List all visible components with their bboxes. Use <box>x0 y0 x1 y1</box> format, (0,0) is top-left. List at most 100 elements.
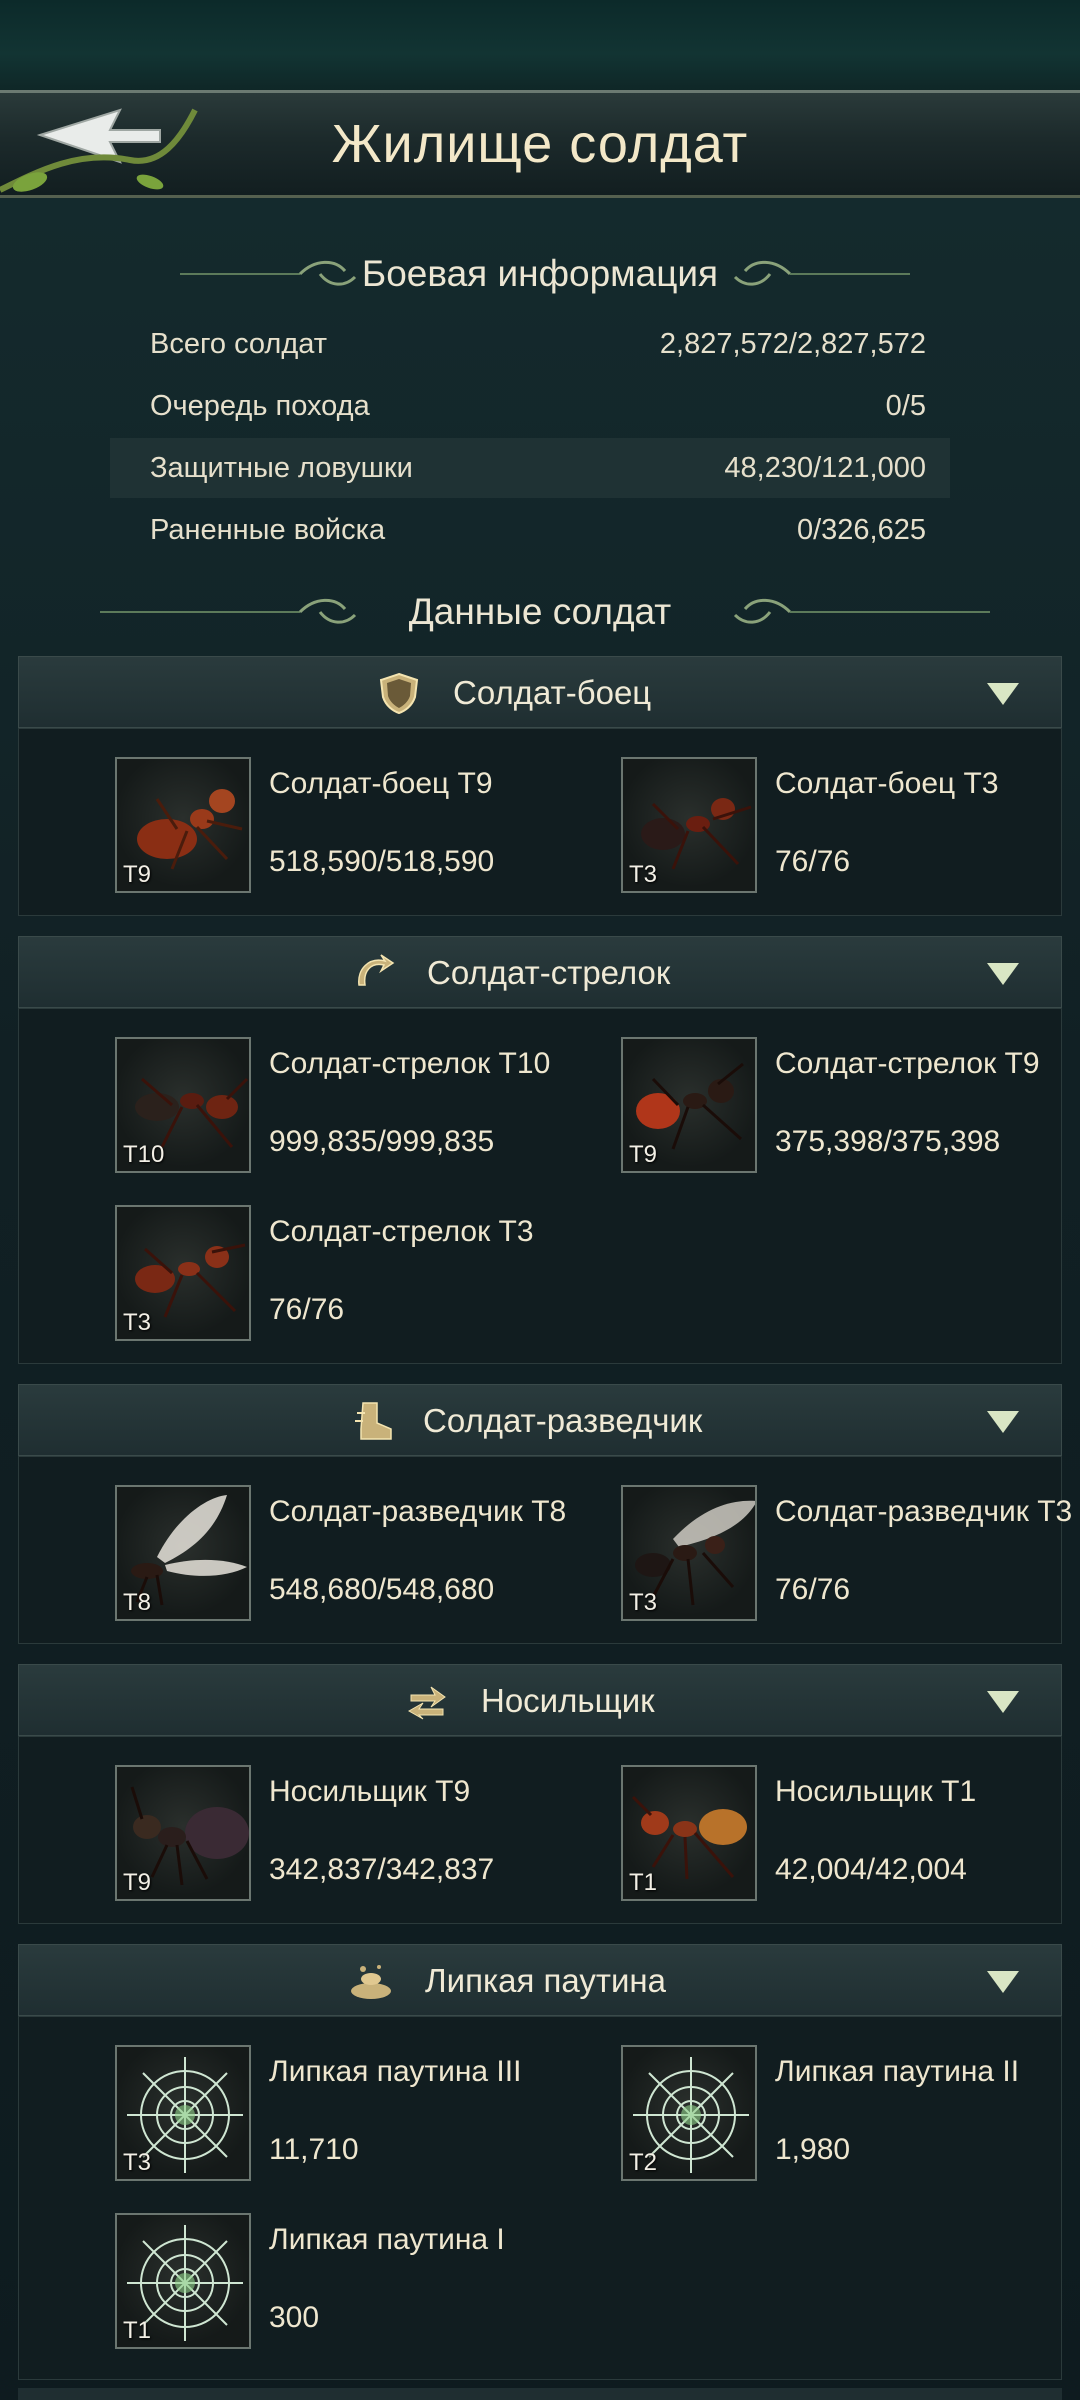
soldier-data-heading-text: Данные солдат <box>408 591 672 632</box>
unit-thumbnail: T9 <box>621 1037 757 1173</box>
tier-badge: T10 <box>123 1141 165 1168</box>
tier-badge: T8 <box>123 1589 152 1616</box>
unit-name: Носильщик T1 <box>775 1775 977 1808</box>
info-row-march-queue: Очередь похода 0/5 <box>110 376 950 436</box>
chevron-down-icon[interactable] <box>987 1691 1019 1713</box>
unit-count: 375,398/375,398 <box>775 1125 1001 1158</box>
category-header-sticky-web[interactable]: Липкая паутина <box>18 1944 1062 2016</box>
category-title: Солдат-боец <box>453 674 652 711</box>
web-trap-icon <box>351 1965 391 1999</box>
swap-arrows-icon <box>407 1686 446 1720</box>
unit-name: Солдат-боец T9 <box>269 767 493 800</box>
battle-info-heading: Боевая информация <box>0 242 1080 306</box>
unit-thumbnail: T8 <box>115 1485 251 1621</box>
unit-name: Носильщик T9 <box>269 1775 471 1808</box>
ornament-left-icon <box>180 260 357 286</box>
unit-card[interactable]: T3 Солдат-стрелок T3 76/76 <box>115 1205 615 1345</box>
top-decoration <box>0 0 1080 90</box>
info-label: Защитные ловушки <box>150 452 413 484</box>
category-header-scout[interactable]: Солдат-разведчик <box>18 1384 1062 1456</box>
unit-name: Липкая паутина III <box>269 2055 522 2088</box>
shield-icon <box>379 672 419 715</box>
tier-badge: T9 <box>123 861 152 888</box>
unit-card[interactable]: T8 Солдат-разведчик T8 548,680/548,680 <box>115 1485 615 1625</box>
chevron-down-icon[interactable] <box>987 1411 1019 1433</box>
info-row-total-soldiers: Всего солдат 2,827,572/2,827,572 <box>110 314 950 374</box>
info-label: Всего солдат <box>150 328 328 360</box>
unit-card[interactable]: T3 Солдат-боец T3 76/76 <box>621 757 1080 897</box>
tier-badge: T3 <box>123 1309 152 1336</box>
unit-card[interactable]: T1 Носильщик T1 42,004/42,004 <box>621 1765 1080 1905</box>
unit-count: 11,710 <box>269 2133 359 2166</box>
category-title: Солдат-разведчик <box>423 1402 703 1439</box>
unit-name: Солдат-стрелок T10 <box>269 1047 551 1080</box>
unit-thumbnail: T3 <box>621 757 757 893</box>
category-body-fighter: T9 Солдат-боец T9 518,590/518,590 T3 Сол… <box>18 728 1062 916</box>
info-value: 0/5 <box>885 390 926 422</box>
unit-card[interactable]: T3 Солдат-разведчик T3 76/76 <box>621 1485 1080 1625</box>
category-header-carrier[interactable]: Носильщик <box>18 1664 1062 1736</box>
category-body-carrier: T9 Носильщик T9 342,837/342,837 T1 Носил… <box>18 1736 1062 1924</box>
unit-thumbnail: T3 <box>115 1205 251 1341</box>
chevron-down-icon[interactable] <box>987 683 1019 705</box>
chevron-down-icon[interactable] <box>987 963 1019 985</box>
unit-count: 999,835/999,835 <box>269 1125 495 1158</box>
tier-badge: T3 <box>629 1589 658 1616</box>
tier-badge: T9 <box>123 1869 152 1896</box>
unit-card[interactable]: T9 Солдат-боец T9 518,590/518,590 <box>115 757 615 897</box>
tier-badge: T3 <box>629 861 658 888</box>
info-row-traps: Защитные ловушки 48,230/121,000 <box>110 438 950 498</box>
unit-count: 76/76 <box>269 1293 345 1326</box>
category-header-fighter[interactable]: Солдат-боец <box>18 656 1062 728</box>
boot-icon <box>355 1402 392 1440</box>
unit-count: 1,980 <box>775 2133 851 2166</box>
curved-arrow-icon <box>358 954 395 986</box>
unit-card[interactable]: T9 Солдат-стрелок T9 375,398/375,398 <box>621 1037 1080 1177</box>
unit-card[interactable]: T9 Носильщик T9 342,837/342,837 <box>115 1765 615 1905</box>
unit-card[interactable]: T3 Липкая паутина III 11,710 <box>115 2045 615 2185</box>
unit-name: Солдат-разведчик T3 <box>775 1495 1073 1528</box>
unit-name: Солдат-стрелок T9 <box>775 1047 1040 1080</box>
unit-name: Солдат-боец T3 <box>775 767 999 800</box>
category-title: Солдат-стрелок <box>427 954 671 991</box>
tier-badge: T2 <box>629 2149 658 2176</box>
tier-badge: T3 <box>123 2149 152 2176</box>
tier-badge: T1 <box>123 2317 152 2344</box>
category-body-shooter: T10 Солдат-стрелок T10 999,835/999,835 T… <box>18 1008 1062 1364</box>
unit-thumbnail: T1 <box>621 1765 757 1901</box>
info-value: 48,230/121,000 <box>724 452 926 484</box>
category-header-shooter[interactable]: Солдат-стрелок <box>18 936 1062 1008</box>
category-title: Липкая паутина <box>425 1962 666 1999</box>
unit-thumbnail: T2 <box>621 2045 757 2181</box>
unit-count: 76/76 <box>775 845 851 878</box>
ornament-left-icon <box>100 598 357 624</box>
ornament-right-icon <box>733 598 990 624</box>
unit-name: Липкая паутина I <box>269 2223 505 2256</box>
ornament-right-icon <box>733 260 910 286</box>
unit-count: 518,590/518,590 <box>269 845 495 878</box>
unit-card[interactable]: T2 Липкая паутина II 1,980 <box>621 2045 1080 2185</box>
info-label: Раненные войска <box>150 514 386 546</box>
info-value: 0/326,625 <box>796 514 926 546</box>
unit-count: 548,680/548,680 <box>269 1573 495 1606</box>
unit-thumbnail: T1 <box>115 2213 251 2349</box>
unit-name: Солдат-разведчик T8 <box>269 1495 567 1528</box>
info-value: 2,827,572/2,827,572 <box>659 328 926 360</box>
category-body-scout: T8 Солдат-разведчик T8 548,680/548,680 T… <box>18 1456 1072 1644</box>
unit-thumbnail: T3 <box>621 1485 757 1621</box>
tier-badge: T1 <box>629 1869 658 1896</box>
category-body-sticky-web: T3 Липкая паутина III 11,710 T2 Липкая п… <box>18 2016 1062 2380</box>
unit-thumbnail: T9 <box>115 1765 251 1901</box>
unit-count: 76/76 <box>775 1573 851 1606</box>
unit-card[interactable]: T1 Липкая паутина I 300 <box>115 2213 615 2353</box>
category-title: Носильщик <box>481 1682 655 1719</box>
page-title: Жилище солдат <box>331 114 749 174</box>
unit-count: 300 <box>269 2301 320 2334</box>
chevron-down-icon[interactable] <box>987 1971 1019 1993</box>
unit-count: 342,837/342,837 <box>269 1853 495 1886</box>
unit-thumbnail: T9 <box>115 757 251 893</box>
battle-info-heading-text: Боевая информация <box>361 253 719 294</box>
unit-card[interactable]: T10 Солдат-стрелок T10 999,835/999,835 <box>115 1037 615 1177</box>
unit-count: 42,004/42,004 <box>775 1853 967 1886</box>
tier-badge: T9 <box>629 1141 658 1168</box>
